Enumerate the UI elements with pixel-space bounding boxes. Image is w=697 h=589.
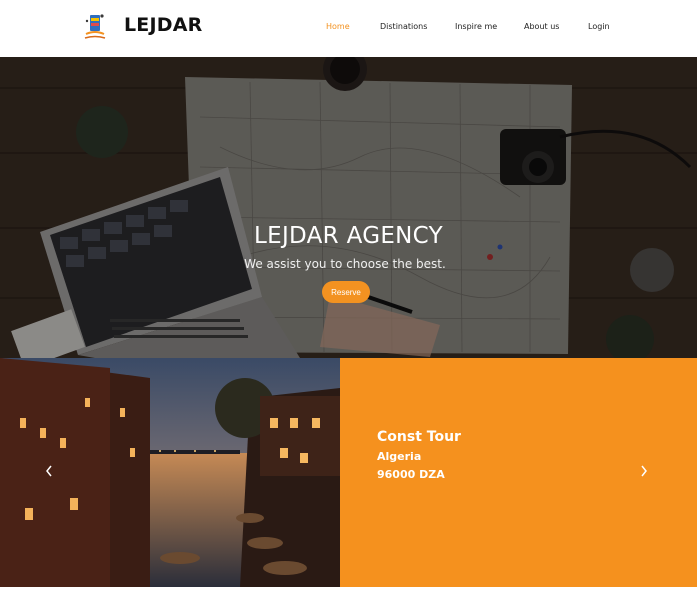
hero-background-image xyxy=(0,57,697,358)
logo-icon[interactable] xyxy=(82,12,108,42)
brand-name[interactable]: LEJDAR xyxy=(124,14,202,36)
chevron-right-icon[interactable] xyxy=(637,461,651,481)
nav-home[interactable]: Home xyxy=(326,22,350,31)
tour-country: Algeria xyxy=(377,450,422,463)
tour-title[interactable]: Const Tour xyxy=(377,429,461,445)
tour-info-panel: Const Tour Algeria 96000 DZA xyxy=(340,358,697,587)
nav-about-us[interactable]: About us xyxy=(524,22,559,31)
site-header: LEJDAR Home Distinations Inspire me Abou… xyxy=(0,0,697,57)
nav-distinations[interactable]: Distinations xyxy=(380,22,427,31)
tour-price: 96000 DZA xyxy=(377,468,445,481)
hero-subtitle: We assist you to choose the best. xyxy=(244,257,446,271)
tour-slider: Const Tour Algeria 96000 DZA xyxy=(0,358,697,587)
nav-login[interactable]: Login xyxy=(588,22,610,31)
tour-image xyxy=(0,358,340,587)
reserve-button[interactable]: Reserve xyxy=(322,281,370,303)
hero-banner: LEJDAR AGENCY We assist you to choose th… xyxy=(0,57,697,358)
nav-inspire-me[interactable]: Inspire me xyxy=(455,22,497,31)
chevron-left-icon[interactable] xyxy=(42,461,56,481)
hero-title: LEJDAR AGENCY xyxy=(254,223,443,249)
